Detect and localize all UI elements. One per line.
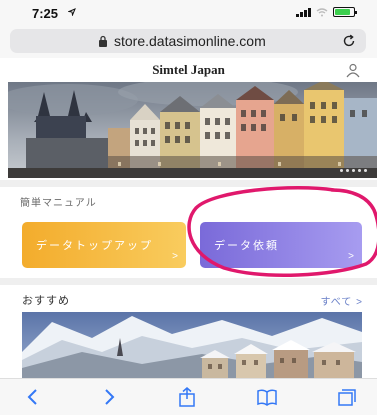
chevron-right-icon: > (348, 251, 354, 262)
section-divider (0, 278, 377, 285)
address-bar[interactable]: store.datasimonline.com (10, 29, 366, 53)
battery-icon (333, 7, 357, 17)
data-topup-label: データトップアップ (36, 240, 153, 252)
carousel-dots[interactable] (340, 169, 367, 172)
manual-section-label: 簡単マニュアル (20, 198, 97, 209)
browser-address-area: store.datasimonline.com (0, 24, 377, 58)
status-bar: 7:25 (0, 0, 377, 24)
data-request-label: データ依頼 (214, 240, 279, 252)
data-request-button[interactable]: データ依頼 > (200, 222, 362, 268)
hero-banner[interactable] (8, 82, 377, 178)
chevron-right-icon: > (172, 251, 178, 262)
site-title[interactable]: Simtel Japan (0, 62, 377, 78)
tabs-icon[interactable] (336, 386, 358, 408)
status-time: 7:25 (32, 6, 59, 21)
data-topup-button[interactable]: データトップアップ > (22, 222, 186, 268)
browser-toolbar (0, 378, 377, 415)
back-chevron-icon[interactable] (22, 386, 44, 408)
share-icon[interactable] (176, 386, 198, 408)
reload-icon[interactable] (342, 34, 356, 48)
recommend-section-label: おすすめ (22, 295, 70, 307)
wifi-icon (316, 7, 328, 16)
cellular-signal-icon (296, 7, 311, 17)
battery-fill (335, 9, 351, 15)
section-divider (0, 180, 377, 187)
forward-chevron-icon[interactable] (98, 386, 120, 408)
status-indicators (296, 7, 357, 17)
bookmarks-icon[interactable] (256, 386, 278, 408)
hallstatt-winter-photo (22, 312, 362, 380)
prague-old-town-square-photo (8, 82, 377, 178)
url-text[interactable]: store.datasimonline.com (114, 33, 266, 49)
user-icon[interactable] (345, 62, 361, 78)
recommend-card-image[interactable] (22, 312, 362, 380)
site-header: Simtel Japan (0, 58, 377, 82)
see-all-link[interactable]: すべて > (320, 293, 363, 308)
lock-icon (99, 35, 107, 47)
location-arrow-icon (68, 8, 76, 16)
